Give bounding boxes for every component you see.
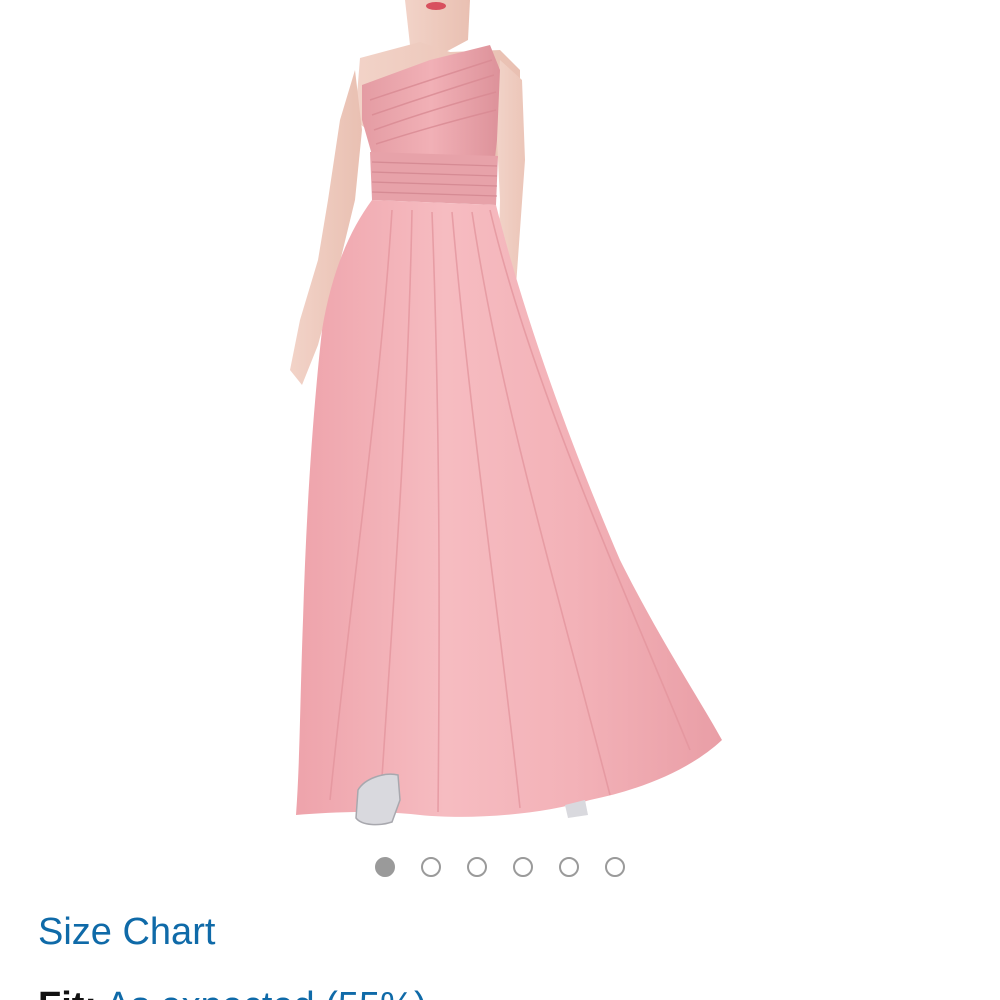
fit-value-link[interactable]: As expected (55%) xyxy=(106,985,427,1000)
carousel-dot-4[interactable] xyxy=(513,857,533,877)
size-chart-link[interactable]: Size Chart xyxy=(38,908,215,956)
product-page: Size Chart Fit: As expected (55%) xyxy=(0,0,1000,1000)
product-image xyxy=(290,0,722,826)
fit-label: Fit: xyxy=(38,985,97,1000)
image-carousel-dots xyxy=(0,854,1000,880)
fit-rating: Fit: As expected (55%) xyxy=(38,982,427,1000)
carousel-dot-6[interactable] xyxy=(605,857,625,877)
carousel-dot-2[interactable] xyxy=(421,857,441,877)
carousel-dot-5[interactable] xyxy=(559,857,579,877)
product-image-gallery[interactable] xyxy=(0,0,1000,840)
carousel-dot-3[interactable] xyxy=(467,857,487,877)
carousel-dot-1[interactable] xyxy=(375,857,395,877)
